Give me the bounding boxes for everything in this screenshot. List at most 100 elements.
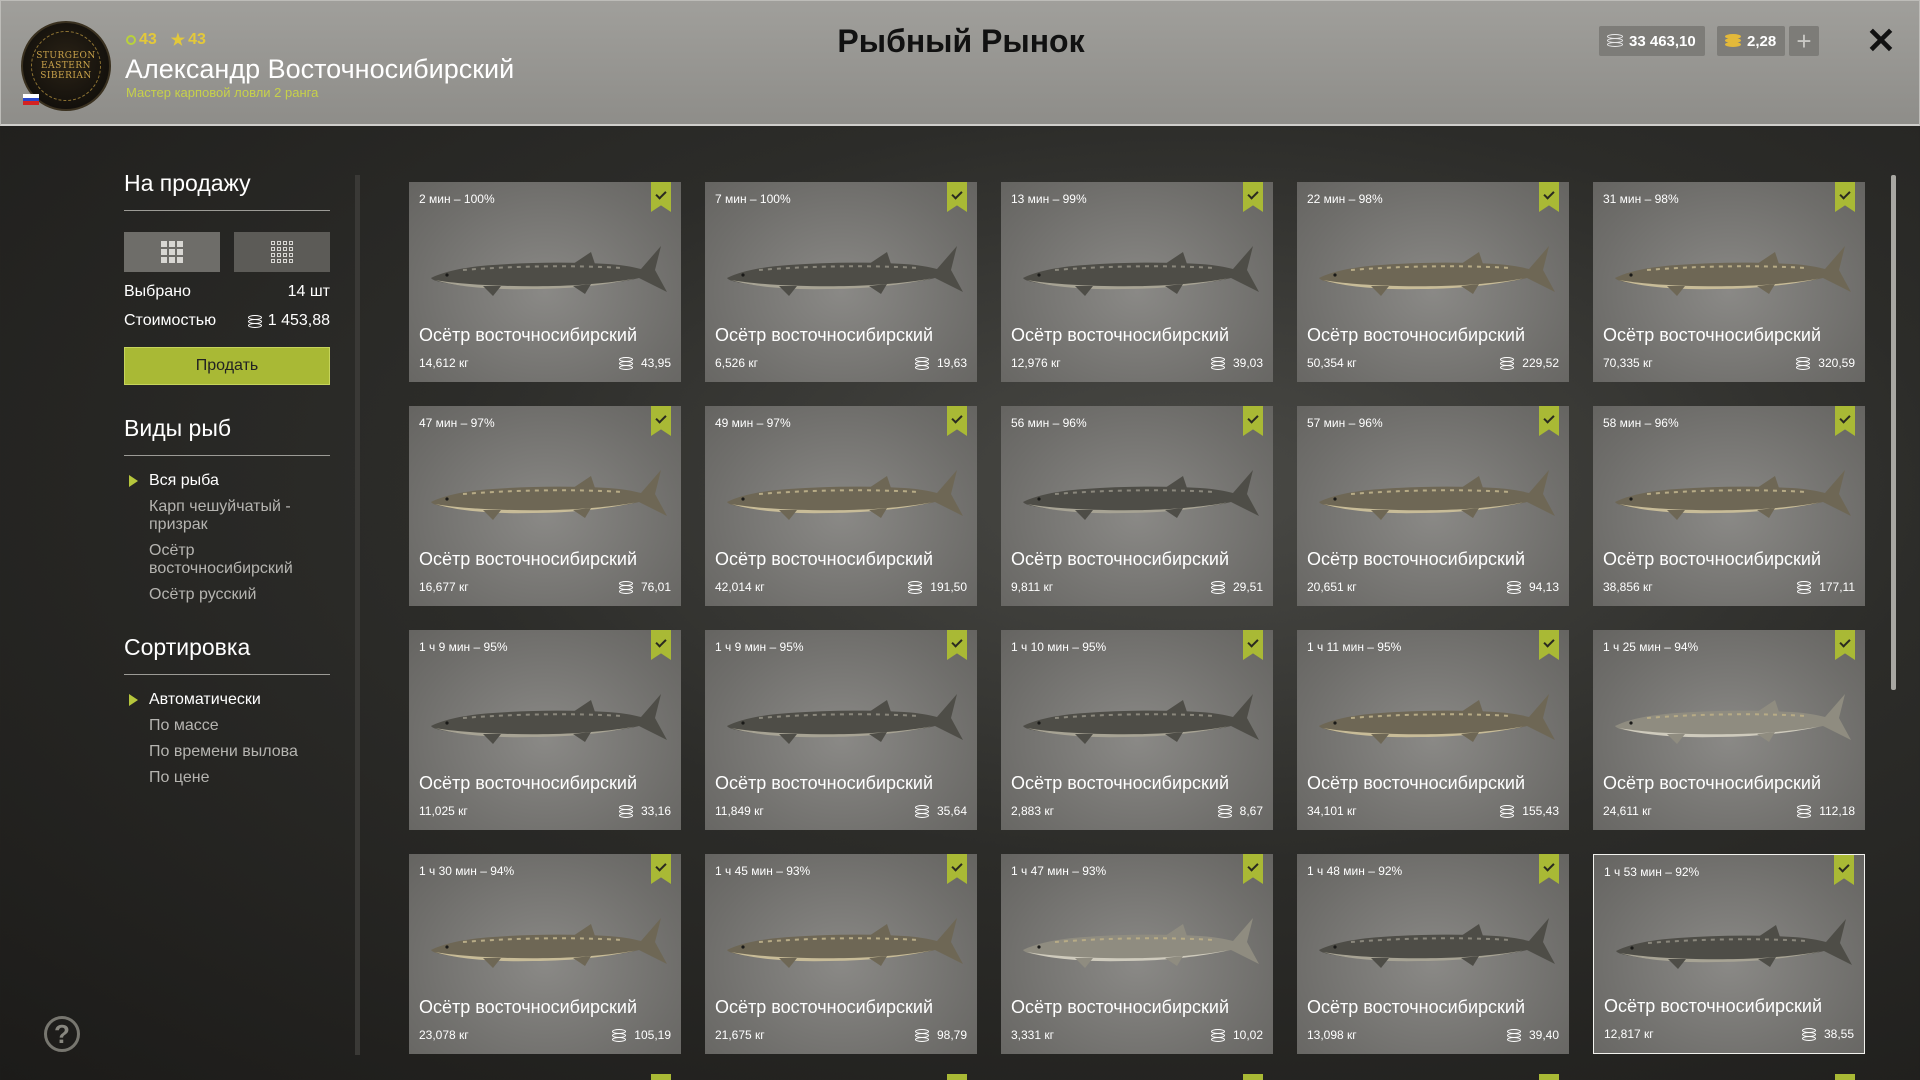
sort-title: Сортировка [124,634,330,675]
fish-price-value: 94,13 [1528,580,1559,594]
selected-checkmark-icon[interactable] [1243,182,1263,212]
selected-checkmark-icon[interactable] [1539,406,1559,436]
sidebar: На продажу Выбрано 14 шт Стоимостью 1 45… [124,170,330,795]
fish-weight: 2,883 кг [1011,804,1054,818]
catch-time: 49 мин – 97% [715,416,791,430]
fish-card[interactable]: 1 ч 47 мин – 93% Осётр восточносибирский… [1001,854,1273,1054]
coin-icon [1210,1029,1225,1042]
selected-checkmark-icon[interactable] [1243,630,1263,660]
fish-weight: 13,098 кг [1307,1028,1357,1042]
fish-card[interactable]: 1 ч 25 мин – 94% Осётр восточносибирский… [1593,630,1865,830]
selected-checkmark-icon[interactable] [947,182,967,212]
fish-price: 229,52 [1500,356,1559,370]
fish-card[interactable]: 1 ч 45 мин – 93% Осётр восточносибирский… [705,854,977,1054]
fish-card[interactable]: 22 мин – 98% Осётр восточносибирский 50,… [1297,182,1569,382]
grid-large-icon [161,241,183,263]
coin-icon [1506,1029,1521,1042]
close-button[interactable]: ✕ [1863,20,1899,61]
selected-checkmark-icon[interactable] [947,630,967,660]
catch-time: 2 мин – 100% [419,192,495,206]
sort-item[interactable]: По массе [124,717,330,735]
selected-checkmark-icon[interactable] [651,854,671,884]
fish-name: Осётр восточносибирский [419,549,638,569]
fish-card[interactable]: 49 мин – 97% Осётр восточносибирский 42,… [705,406,977,606]
species-item[interactable]: Карп чешуйчатый - призрак [124,498,330,534]
small-grid-view-button[interactable] [234,232,330,272]
species-item[interactable]: Вся рыба [124,472,330,490]
selected-checkmark-icon[interactable] [1243,854,1263,884]
selected-checkmark-icon[interactable] [1835,630,1855,660]
fish-card[interactable]: 2 мин – 100% Осётр восточносибирский 14,… [409,182,681,382]
sidebar-divider [355,175,360,1055]
selected-checkmark-icon[interactable] [1539,854,1559,884]
sort-item[interactable]: По цене [124,769,330,787]
catch-time: 1 ч 11 мин – 95% [1307,640,1402,654]
fish-weight: 21,675 кг [715,1028,765,1042]
fish-weight: 20,651 кг [1307,580,1357,594]
fish-card[interactable]: 47 мин – 97% Осётр восточносибирский 16,… [409,406,681,606]
fish-card[interactable]: 1 ч 48 мин – 92% Осётр восточносибирский… [1297,854,1569,1054]
sturgeon-image [1015,458,1261,534]
catch-time: 1 ч 9 мин – 95% [715,640,804,654]
sell-button[interactable]: Продать [124,347,330,385]
coin-icon [908,581,923,594]
species-item[interactable]: Осётр русский [124,586,330,604]
fish-price: 29,51 [1210,580,1263,594]
fish-card[interactable]: 1 ч 30 мин – 94% Осётр восточносибирский… [409,854,681,1054]
help-icon[interactable]: ? [44,1016,80,1052]
fish-card[interactable]: 1 ч 10 мин – 95% Осётр восточносибирский… [1001,630,1273,830]
catch-time: 31 мин – 98% [1603,192,1679,206]
selected-checkmark-icon[interactable] [1835,182,1855,212]
species-item[interactable]: Осётр восточносибирский [124,542,330,578]
selected-checkmark-icon[interactable] [947,406,967,436]
fish-card[interactable]: 1 ч 53 мин – 92% Осётр восточносибирский… [1593,854,1865,1054]
catch-time: 1 ч 53 мин – 92% [1604,865,1700,879]
fish-card[interactable]: 13 мин – 99% Осётр восточносибирский 12,… [1001,182,1273,382]
selected-checkmark-icon[interactable] [651,406,671,436]
fish-card[interactable]: 31 мин – 98% Осётр восточносибирский 70,… [1593,182,1865,382]
fish-card[interactable]: 1 ч 9 мин – 95% Осётр восточносибирский … [409,630,681,830]
fish-price: 43,95 [618,356,671,370]
fish-price: 320,59 [1796,356,1855,370]
fish-weight: 70,335 кг [1603,356,1653,370]
sort-item[interactable]: Автоматически [124,691,330,709]
player-stats: 43 ★ 43 [126,30,206,50]
fish-weight: 11,849 кг [715,804,764,818]
selected-checkmark-icon[interactable] [1834,855,1854,885]
selected-checkmark-icon[interactable] [1243,406,1263,436]
sturgeon-image [1311,682,1557,758]
selected-checkmark-icon[interactable] [1539,182,1559,212]
sturgeon-image [1311,458,1557,534]
fish-weight: 11,025 кг [419,804,468,818]
fish-price-value: 98,79 [936,1028,967,1042]
silver-balance: 33 463,10 [1599,26,1705,56]
fish-weight: 9,811 кг [1011,580,1054,594]
fish-card[interactable]: 1 ч 11 мин – 95% Осётр восточносибирский… [1297,630,1569,830]
selected-checkmark-icon[interactable] [947,854,967,884]
catch-time: 1 ч 30 мин – 94% [419,864,515,878]
next-row-checkmark-icon [1539,1074,1559,1080]
selected-checkmark-icon[interactable] [1539,630,1559,660]
sturgeon-image [1015,682,1261,758]
sort-item[interactable]: По времени вылова [124,743,330,761]
fish-price: 94,13 [1506,580,1559,594]
fish-card[interactable]: 1 ч 9 мин – 95% Осётр восточносибирский … [705,630,977,830]
selected-checkmark-icon[interactable] [651,182,671,212]
fish-card[interactable]: 58 мин – 96% Осётр восточносибирский 38,… [1593,406,1865,606]
add-currency-button[interactable]: + [1789,26,1819,56]
sturgeon-image [719,234,965,310]
scrollbar[interactable] [1891,175,1896,690]
fish-price-value: 105,19 [634,1028,671,1042]
coin-icon [618,357,633,370]
fish-card[interactable]: 56 мин – 96% Осётр восточносибирский 9,8… [1001,406,1273,606]
selected-checkmark-icon[interactable] [651,630,671,660]
coin-icon [1797,805,1812,818]
fish-weight: 16,677 кг [419,580,469,594]
fish-card[interactable]: 57 мин – 96% Осётр восточносибирский 20,… [1297,406,1569,606]
fish-price: 112,18 [1797,804,1855,818]
fish-price-value: 43,95 [640,356,671,370]
large-grid-view-button[interactable] [124,232,220,272]
selected-checkmark-icon[interactable] [1835,406,1855,436]
fish-price-value: 320,59 [1818,356,1855,370]
fish-card[interactable]: 7 мин – 100% Осётр восточносибирский 6,5… [705,182,977,382]
